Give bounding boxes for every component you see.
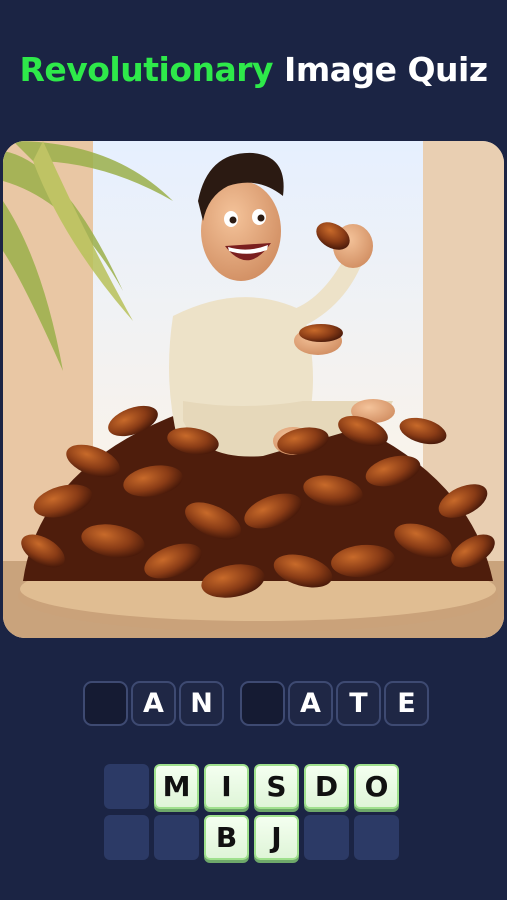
answer-slot[interactable]: [83, 681, 128, 726]
letter-key[interactable]: B: [204, 815, 249, 860]
letter-key[interactable]: O: [354, 764, 399, 809]
answer-slot[interactable]: E: [384, 681, 429, 726]
letter-key-empty: [304, 815, 349, 860]
letter-key[interactable]: M: [154, 764, 199, 809]
word-gap: [227, 681, 237, 729]
answer-slot[interactable]: N: [179, 681, 224, 726]
title-accent: Revolutionary: [19, 50, 274, 89]
letter-key[interactable]: S: [254, 764, 299, 809]
answer-slot[interactable]: A: [288, 681, 333, 726]
title-rest: Image Quiz: [284, 50, 488, 89]
letter-key-empty: [104, 815, 149, 860]
letter-keyboard: M I S D O B J: [104, 764, 402, 860]
letter-key[interactable]: I: [204, 764, 249, 809]
quiz-title: Revolutionary Image Quiz: [0, 50, 507, 89]
answer-slot[interactable]: [240, 681, 285, 726]
answer-slot[interactable]: A: [131, 681, 176, 726]
quiz-image: [3, 141, 504, 638]
answer-row: A N A T E: [83, 681, 429, 729]
letter-key-empty: [104, 764, 149, 809]
letter-key-empty: [354, 815, 399, 860]
letter-key-empty: [154, 815, 199, 860]
letter-key[interactable]: J: [254, 815, 299, 860]
answer-slot[interactable]: T: [336, 681, 381, 726]
letter-key[interactable]: D: [304, 764, 349, 809]
